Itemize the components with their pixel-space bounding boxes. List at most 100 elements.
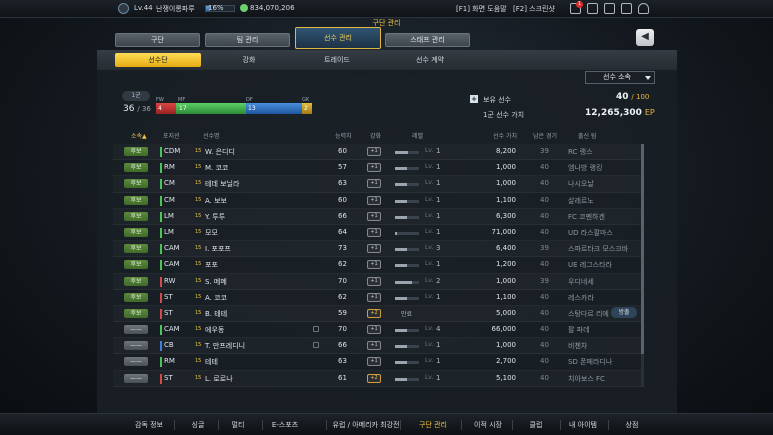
status-badge[interactable]: 후보 <box>124 211 148 221</box>
tab-staff-manage[interactable]: 스태프 관리 <box>385 33 470 47</box>
nav-item-9[interactable]: 상점 <box>626 420 639 430</box>
player-row[interactable]: 후보 ST 15 A. 코코 62 +1 Lv. 1 1,100 40 레스카라 <box>113 290 643 306</box>
enhance-level[interactable]: +1 <box>367 163 381 173</box>
release-button[interactable]: 방출 <box>611 306 637 318</box>
profile-icon[interactable] <box>638 3 649 14</box>
player-name[interactable]: T. 만프레디니 <box>205 341 245 351</box>
calendar-icon[interactable] <box>587 3 598 14</box>
player-name[interactable]: W. 은디디 <box>205 147 235 157</box>
squad-tab-first[interactable]: 1군 <box>122 91 150 101</box>
player-name[interactable]: 포포 <box>205 260 218 270</box>
status-badge[interactable]: —— <box>124 325 148 335</box>
enhance-level[interactable]: +1 <box>367 292 381 302</box>
nav-item-5[interactable]: 구단 관리 <box>419 420 447 430</box>
player-name[interactable]: Y. 투투 <box>205 212 225 222</box>
player-row[interactable]: 후보 CDM 15 W. 은디디 60 +1 Lv. 1 8,200 39 RC… <box>113 144 643 161</box>
nav-item-1[interactable]: 싱글 <box>192 420 205 430</box>
help-link[interactable]: [F1] 화면 도움말 <box>456 4 507 14</box>
player-name[interactable]: 에우동 <box>205 325 224 335</box>
player-row[interactable]: 후보 CAM 15 포포 62 +1 Lv. 1 1,200 40 UE 레그스… <box>113 257 643 274</box>
affiliation-filter-select[interactable]: 선수 소속 <box>585 71 655 84</box>
enhance-level[interactable]: +2 <box>367 308 381 318</box>
header-overall[interactable]: 능력치 <box>335 131 352 140</box>
player-name[interactable]: 테데 보닐라 <box>205 179 239 189</box>
player-row[interactable]: —— RM 15 테테 63 +1 Lv. 1 2,700 40 SD 폰페라디… <box>113 354 643 371</box>
enhance-level[interactable]: +1 <box>367 341 381 351</box>
status-badge[interactable]: —— <box>124 341 148 351</box>
nav-item-0[interactable]: 감독 정보 <box>135 420 163 430</box>
enhance-level[interactable]: +1 <box>367 227 381 237</box>
nav-item-4[interactable]: 유럽 / 아메리카 최강전 <box>333 420 400 430</box>
status-badge[interactable]: 후보 <box>124 163 148 173</box>
header-team[interactable]: 출신 팀 <box>578 131 596 140</box>
player-name[interactable]: I. 포포프 <box>205 244 231 254</box>
subtab-trade[interactable]: 트레이드 <box>315 53 359 67</box>
nav-item-8[interactable]: 내 아이템 <box>569 420 597 430</box>
player-name[interactable]: L. 로로나 <box>205 374 233 384</box>
header-name[interactable]: 선수명 <box>203 131 220 140</box>
enhance-level[interactable]: +1 <box>367 147 381 156</box>
tab-club[interactable]: 구단 <box>115 33 200 47</box>
status-badge[interactable]: 후보 <box>124 244 148 254</box>
status-badge[interactable]: 후보 <box>124 308 148 318</box>
schedule-icon[interactable] <box>604 3 615 14</box>
scroll-thumb[interactable] <box>641 144 644 354</box>
status-badge[interactable]: —— <box>124 357 148 367</box>
player-name[interactable]: A. 보보 <box>205 196 227 206</box>
header-level[interactable]: 레벨 <box>412 131 423 140</box>
status-badge[interactable]: 후보 <box>124 147 148 156</box>
tab-team-manage[interactable]: 팀 관리 <box>205 33 290 47</box>
player-row[interactable]: 후보 RW 15 S. 메메 70 +1 Lv. 2 1,000 39 우디네세 <box>113 274 643 290</box>
subtab-contract[interactable]: 선수 계약 <box>405 53 455 67</box>
status-badge[interactable]: 후보 <box>124 292 148 302</box>
enhance-level[interactable]: +1 <box>367 276 381 286</box>
player-name[interactable]: 모모 <box>205 228 218 238</box>
player-row[interactable]: 후보 CM 15 A. 보보 60 +1 Lv. 1 1,100 40 살레르노 <box>113 193 643 209</box>
subtab-squad[interactable]: 선수단 <box>115 53 201 67</box>
player-name[interactable]: M. 코코 <box>205 163 228 173</box>
enhance-level[interactable]: +2 <box>367 373 381 383</box>
header-games[interactable]: 남은 경기 <box>533 131 557 140</box>
enhance-level[interactable]: +1 <box>367 195 381 205</box>
player-row[interactable]: —— CB 15 T. 만프레디니 66 +1 Lv. 1 1,000 40 비… <box>113 338 643 355</box>
enhance-level[interactable]: +1 <box>367 244 381 254</box>
status-badge[interactable]: 후보 <box>124 179 148 189</box>
player-row[interactable]: 후보 ST 15 B. 테테 59 +2 만료 5,000 40 스탕다르 리에… <box>113 306 643 323</box>
list-scrollbar[interactable] <box>641 144 644 387</box>
enhance-level[interactable]: +1 <box>367 325 381 335</box>
status-badge[interactable]: 후보 <box>124 227 148 237</box>
plus-icon[interactable]: + <box>470 95 478 103</box>
player-row[interactable]: —— CAM 15 에우동 70 +1 Lv. 4 66,000 40 팔 파데 <box>113 322 643 339</box>
subtab-enhance[interactable]: 강화 <box>227 53 271 67</box>
header-enhance[interactable]: 강화 <box>370 131 381 140</box>
player-row[interactable]: 후보 CM 15 테데 보닐라 63 +1 Lv. 1 1,000 40 나시오… <box>113 176 643 193</box>
nav-item-3[interactable]: E-스포츠 <box>272 420 298 430</box>
header-value[interactable]: 선수 가치 <box>493 131 517 140</box>
player-name[interactable]: B. 테테 <box>205 309 227 319</box>
player-row[interactable]: 후보 LM 15 모모 64 +1 Lv. 1 71,000 40 UD 라스팔… <box>113 225 643 242</box>
tab-player-manage[interactable]: 선수 관리 <box>295 27 381 49</box>
status-badge[interactable]: —— <box>124 373 148 383</box>
header-affiliation[interactable]: 소속▲ <box>131 131 147 140</box>
player-name[interactable]: A. 코코 <box>205 293 227 303</box>
player-name[interactable]: S. 메메 <box>205 277 227 287</box>
header-position[interactable]: 포지션 <box>163 131 180 140</box>
player-name[interactable]: 테테 <box>205 357 218 367</box>
nav-item-7[interactable]: 클럽 <box>530 420 543 430</box>
enhance-level[interactable]: +1 <box>367 211 381 221</box>
player-row[interactable]: —— ST 15 L. 로로나 61 +2 Lv. 1 5,100 40 치아보… <box>113 371 643 387</box>
enhance-level[interactable]: +1 <box>367 179 381 189</box>
back-button[interactable]: ◀ <box>636 29 654 46</box>
player-row[interactable]: 후보 CAM 15 I. 포포프 73 +1 Lv. 3 6,400 39 스파… <box>113 241 643 258</box>
chat-icon[interactable] <box>621 3 632 14</box>
status-badge[interactable]: 후보 <box>124 276 148 286</box>
enhance-level[interactable]: +1 <box>367 260 381 270</box>
player-row[interactable]: 후보 RM 15 M. 코코 57 +1 Lv. 1 1,000 40 엠나방 … <box>113 160 643 177</box>
enhance-level[interactable]: +1 <box>367 357 381 367</box>
player-row[interactable]: 후보 LM 15 Y. 투투 66 +1 Lv. 1 6,300 40 FC 코… <box>113 209 643 225</box>
status-badge[interactable]: 후보 <box>124 195 148 205</box>
nav-item-2[interactable]: 멀티 <box>232 420 245 430</box>
status-badge[interactable]: 후보 <box>124 260 148 270</box>
screenshot-link[interactable]: [F2] 스크린샷 <box>513 4 555 14</box>
nav-item-6[interactable]: 이적 시장 <box>474 420 502 430</box>
